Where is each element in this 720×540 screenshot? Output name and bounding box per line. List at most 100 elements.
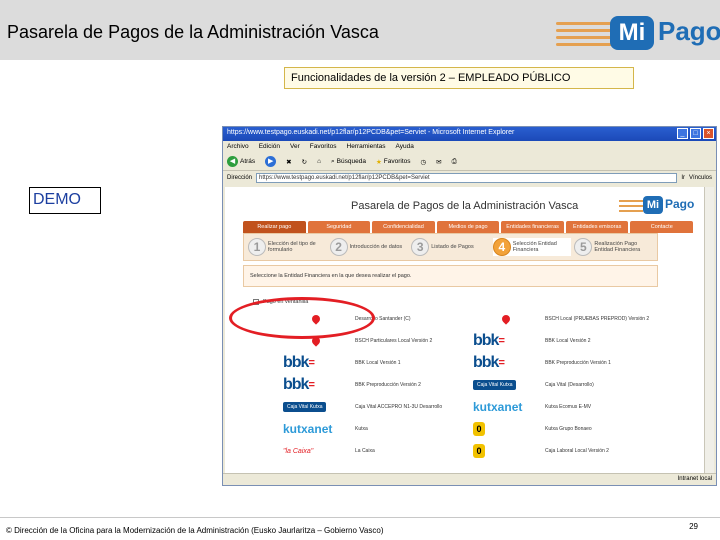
- minimize-icon[interactable]: _: [677, 128, 688, 139]
- step-1: 1 Elección del tipo de formulario: [248, 238, 327, 256]
- selection-notice: Seleccione la Entidad Financiera en la q…: [243, 265, 658, 287]
- bank-option[interactable]: "la Caixa" La Caixa: [283, 441, 473, 461]
- bank-row: kutxa net Kutxa 0 Kutxa Grupo Bonaeo: [283, 419, 663, 439]
- links-label[interactable]: Vínculos: [689, 175, 712, 181]
- maximize-icon[interactable]: □: [690, 128, 701, 139]
- caja-vital-logo: Caja Vital Kutxa: [283, 399, 349, 415]
- header: Pasarela de Pagos de la Administración V…: [0, 0, 720, 60]
- payment-steps: 1 Elección del tipo de formulario 2 Intr…: [243, 233, 658, 261]
- logo-pago: Pago: [658, 16, 720, 46]
- menu-archivo[interactable]: Archivo: [227, 143, 249, 151]
- step-number: 3: [411, 238, 430, 256]
- bank-option[interactable]: kutxa net Kutxa: [283, 419, 473, 439]
- bank-row: bbk = BBK Preproducción Versión 2 Caja Vi…: [283, 375, 663, 395]
- bank-option[interactable]: bbk = BBK Local Versión 1: [283, 353, 473, 373]
- bank-option[interactable]: bbk = BBK Local Versión 2: [473, 331, 663, 351]
- favorites-button[interactable]: ★ Favoritos: [376, 158, 411, 166]
- bank-option[interactable]: Caja Vital Kutxa Caja Vital ACCEPRO N1-3…: [283, 397, 473, 417]
- bank-option[interactable]: 0 Kutxa Grupo Bonaeo: [473, 419, 663, 439]
- step-2: 2 Introducción de datos: [329, 238, 409, 256]
- step-label: Selección Entidad Financiera: [512, 241, 557, 253]
- caja-vital-logo: Caja Vital Kutxa: [473, 377, 539, 393]
- menu-ayuda[interactable]: Ayuda: [396, 143, 414, 151]
- browser-toolbar: ◀ Atrás ▶ ✖ ↻ ⌂ ⌕ Búsqueda ★ Favoritos ◷…: [223, 153, 716, 171]
- mail-icon[interactable]: ✉: [436, 158, 441, 166]
- browser-statusbar: Intranet local: [223, 473, 716, 485]
- footer-copyright: © Dirección de la Oficina para la Modern…: [6, 526, 384, 535]
- tab-seguridad[interactable]: Seguridad: [307, 221, 371, 233]
- la-caixa-logo: "la Caixa": [283, 447, 314, 455]
- tab-contacte[interactable]: Contacte: [630, 221, 694, 233]
- step-label: Listado de Pagos: [431, 244, 474, 250]
- forward-arrow-icon[interactable]: ▶: [265, 156, 277, 167]
- search-button[interactable]: ⌕ Búsqueda: [331, 158, 366, 166]
- browser-titlebar: https://www.testpago.euskadi.net/p12flar…: [223, 127, 716, 141]
- step-number: 1: [248, 238, 266, 256]
- section-subtitle: Funcionalidades de la versión 2 – EMPLEA…: [284, 67, 634, 89]
- bank-option[interactable]: BSCH Local (PRUEBAS PREPROD) Versión 2: [473, 309, 663, 329]
- go-button[interactable]: Ir: [681, 175, 685, 181]
- tab-entidades-emisoras[interactable]: Entidades emisoras: [565, 221, 629, 233]
- highlight-circle: [229, 297, 375, 339]
- caja-laboral-logo: 0: [473, 421, 539, 437]
- santander-flame-icon: [500, 313, 512, 325]
- menu-herramientas[interactable]: Herramientas: [347, 143, 386, 151]
- tab-entidades-financieras[interactable]: Entidades financieras: [501, 221, 564, 233]
- step-3: 3 Listado de Pagos: [411, 238, 490, 256]
- bank-row: "la Caixa" La Caixa 0 Caja Laboral Local…: [283, 441, 663, 461]
- menu-edicion[interactable]: Edición: [259, 143, 280, 151]
- close-icon[interactable]: ×: [703, 128, 714, 139]
- bbk-logo: bbk =: [283, 354, 315, 371]
- bank-row: bbk = BBK Local Versión 1 bbk = BBK Prepro…: [283, 353, 663, 373]
- kutxanet-logo: kutxa net: [473, 400, 523, 414]
- bank-option[interactable]: bbk = BBK Preproducción Versión 1: [473, 353, 663, 373]
- history-icon[interactable]: ◷: [421, 158, 427, 166]
- star-icon: ★: [375, 158, 382, 166]
- print-icon[interactable]: ⎙: [452, 158, 457, 166]
- tab-confidencialidad[interactable]: Confidencialidad: [372, 221, 435, 233]
- logo-mi: Mi: [610, 16, 654, 50]
- inner-header: Pasarela de Pagos de la Administración V…: [233, 191, 695, 221]
- slide-title: Pasarela de Pagos de la Administración V…: [7, 22, 379, 42]
- bank-option[interactable]: bbk = BBK Preproducción Versión 2: [283, 375, 473, 395]
- browser-title: https://www.testpago.euskadi.net/p12flar…: [227, 129, 515, 136]
- page-number: 29: [689, 522, 698, 531]
- step-number: 2: [329, 238, 348, 256]
- browser-menubar: Archivo Edición Ver Favoritos Herramient…: [223, 141, 716, 153]
- step-number: 5: [574, 238, 593, 256]
- step-label: Elección del tipo de formulario: [268, 241, 316, 253]
- bbk-logo: bbk =: [473, 332, 505, 349]
- vertical-scrollbar[interactable]: [704, 187, 714, 474]
- tab-medios-de-pago[interactable]: Medios de pago: [436, 221, 500, 233]
- bbk-logo: bbk =: [283, 376, 315, 393]
- mipago-logo: Mi Pago: [556, 14, 720, 54]
- address-label: Dirección: [227, 175, 253, 181]
- demo-label: DEMO: [29, 187, 101, 214]
- stop-icon[interactable]: ✖: [286, 158, 291, 166]
- search-icon: ⌕: [331, 157, 335, 165]
- bbk-logo: bbk =: [473, 354, 505, 371]
- tab-realizar-pago[interactable]: Realizar pago: [243, 221, 306, 233]
- inner-title: Pasarela de Pagos de la Administración V…: [351, 200, 579, 212]
- kutxanet-logo: kutxa net: [283, 422, 333, 436]
- logo-lines: [556, 22, 612, 50]
- bank-option[interactable]: Caja Vital Kutxa Caja Vital (Desarrollo): [473, 375, 663, 395]
- address-input[interactable]: https://www.testpago.euskadi.net/p12flar…: [256, 173, 678, 183]
- slide: Pasarela de Pagos de la Administración V…: [0, 0, 720, 540]
- bank-row: Caja Vital Kutxa Caja Vital ACCEPRO N1-3…: [283, 397, 663, 417]
- back-button[interactable]: ◀ Atrás: [227, 156, 255, 167]
- step-label: Introducción de datos: [349, 244, 403, 250]
- back-arrow-icon: ◀: [227, 156, 238, 167]
- step-5: 5 Realización Pago Entidad Financiera: [574, 238, 653, 256]
- menu-favoritos[interactable]: Favoritos: [310, 143, 337, 151]
- santander-logo: [473, 311, 539, 327]
- bank-option[interactable]: kutxa net Kutxa Ecomus E-MV: [473, 397, 663, 417]
- home-icon[interactable]: ⌂: [317, 158, 321, 165]
- menu-ver[interactable]: Ver: [290, 143, 300, 151]
- bank-option[interactable]: 0 Caja Laboral Local Versión 2: [473, 441, 663, 461]
- step-number: 4: [492, 238, 511, 256]
- step-label: Realización Pago Entidad Financiera: [594, 241, 641, 253]
- step-4: 4 Selección Entidad Financiera: [492, 238, 572, 256]
- footer-divider: [0, 517, 720, 518]
- refresh-icon[interactable]: ↻: [302, 158, 307, 166]
